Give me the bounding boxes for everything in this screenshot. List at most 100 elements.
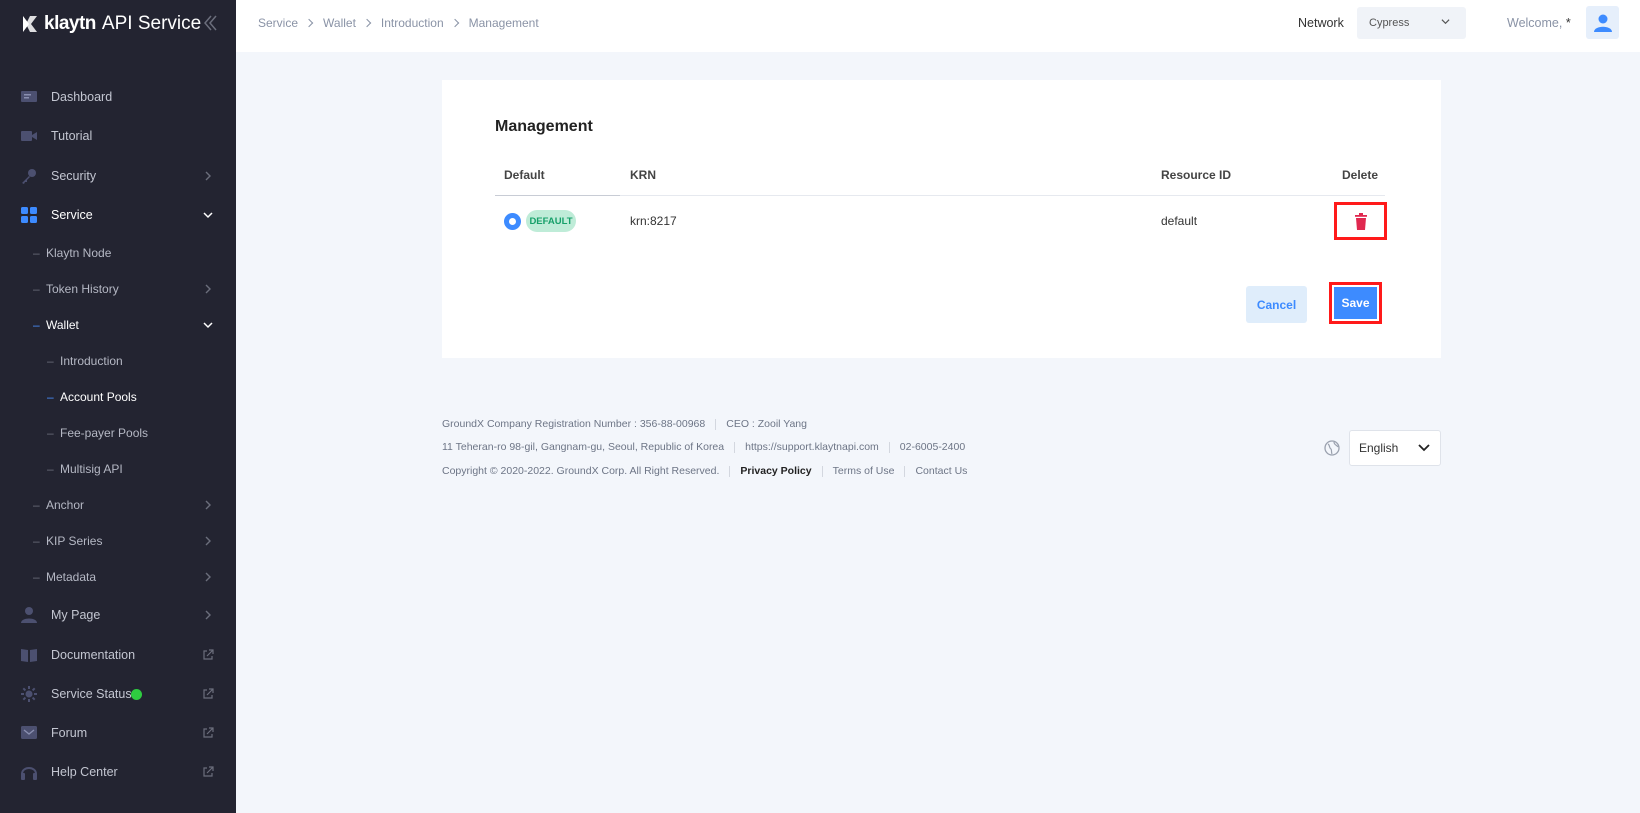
sidebar-item-documentation[interactable]: Documentation <box>0 637 236 673</box>
sidebar-item-service-status[interactable]: Service Status <box>0 676 236 712</box>
grid-icon <box>21 207 37 223</box>
breadcrumb-item-wallet[interactable]: Wallet <box>323 16 356 30</box>
footer-contact-info: 11 Teheran-ro 98-gil, Gangnam-gu, Seoul,… <box>442 441 965 453</box>
globe-icon <box>1324 440 1340 456</box>
breadcrumb-separator-icon <box>450 18 459 28</box>
footer-phone: 02-6005-2400 <box>899 441 966 453</box>
cancel-button[interactable]: Cancel <box>1246 286 1307 323</box>
sidebar-subitem-account-pools[interactable]: – Account Pools <box>0 380 236 414</box>
sidebar-item-tutorial[interactable]: Tutorial <box>0 118 236 154</box>
top-bar: Service Wallet Introduction Management N… <box>236 0 1640 52</box>
breadcrumb: Service Wallet Introduction Management <box>258 16 539 30</box>
sidebar-item-my-page[interactable]: My Page <box>0 597 236 633</box>
chevron-right-icon <box>205 500 211 510</box>
sidebar-item-label: Service Status <box>51 687 132 701</box>
sidebar-item-help-center[interactable]: Help Center <box>0 754 236 790</box>
chevron-right-icon <box>205 572 211 582</box>
external-link-icon <box>203 766 214 777</box>
footer-ceo: CEO : Zooil Yang <box>726 418 807 430</box>
breadcrumb-item-service[interactable]: Service <box>258 16 298 30</box>
sidebar-item-label: My Page <box>51 608 101 622</box>
status-gear-icon <box>21 686 37 702</box>
brand-name-bold: klaytn <box>44 13 96 34</box>
sidebar-subitem-kip-series[interactable]: – KIP Series <box>0 524 236 558</box>
sidebar: klaytn API Service Dashboard Tutorial Se… <box>0 0 236 813</box>
sidebar-item-label: Tutorial <box>51 129 93 143</box>
footer-divider <box>821 465 823 477</box>
breadcrumb-item-management: Management <box>468 16 539 30</box>
chevron-right-icon <box>205 610 211 620</box>
footer-divider <box>729 465 731 477</box>
footer-terms-link[interactable]: Terms of Use <box>833 465 895 477</box>
sidebar-item-security[interactable]: Security <box>0 158 236 194</box>
footer-divider <box>888 441 890 453</box>
sidebar-subitem-introduction[interactable]: – Introduction <box>0 344 236 378</box>
page-title: Management <box>495 118 593 135</box>
footer-privacy-link[interactable]: Privacy Policy <box>740 465 811 477</box>
sidebar-item-service[interactable]: Service <box>0 197 236 233</box>
chevron-right-icon <box>205 284 211 294</box>
external-link-icon <box>203 649 214 660</box>
sidebar-item-label: Documentation <box>51 648 136 662</box>
trash-icon <box>1354 212 1367 230</box>
sidebar-subitem-label: Introduction <box>60 354 123 368</box>
bullet-dash: – <box>33 246 40 260</box>
sidebar-item-label: Forum <box>51 726 88 740</box>
chevron-down-icon <box>1418 444 1430 452</box>
brand-logo[interactable]: klaytn API Service <box>20 12 201 36</box>
welcome-text: Welcome, * <box>1507 16 1571 30</box>
key-icon <box>22 169 36 184</box>
footer-support-link[interactable]: https://support.klaytnapi.com <box>745 441 879 453</box>
external-link-icon <box>203 727 214 738</box>
chevron-down-icon <box>203 212 213 219</box>
footer-contact-link[interactable]: Contact Us <box>915 465 967 477</box>
video-icon <box>21 131 37 141</box>
network-select-value: Cypress <box>1369 17 1410 29</box>
collapse-sidebar-icon[interactable] <box>202 14 218 32</box>
footer-address: 11 Teheran-ro 98-gil, Gangnam-gu, Seoul,… <box>442 441 725 453</box>
sidebar-subitem-klaytn-node[interactable]: – Klaytn Node <box>0 236 236 270</box>
bullet-dash: – <box>47 462 54 476</box>
footer-registration: GroundX Company Registration Number : 35… <box>442 418 706 430</box>
sidebar-item-forum[interactable]: Forum <box>0 715 236 751</box>
language-select[interactable]: English <box>1349 430 1441 466</box>
sidebar-subitem-anchor[interactable]: – Anchor <box>0 488 236 522</box>
sidebar-subitem-label: Klaytn Node <box>46 246 112 260</box>
welcome-user: * <box>1565 16 1571 30</box>
bullet-dash: – <box>33 498 40 512</box>
user-icon <box>21 607 37 623</box>
bullet-dash: – <box>47 354 54 368</box>
chevron-down-icon <box>1441 19 1450 25</box>
save-button[interactable]: Save <box>1334 287 1377 319</box>
sidebar-item-dashboard[interactable]: Dashboard <box>0 79 236 115</box>
footer-company-info: GroundX Company Registration Number : 35… <box>442 418 807 430</box>
sidebar-subitem-wallet[interactable]: – Wallet <box>0 308 236 342</box>
external-link-icon <box>203 688 214 699</box>
save-button-highlight: Save <box>1329 282 1382 324</box>
breadcrumb-separator-icon <box>362 18 372 28</box>
sidebar-subitem-label: Anchor <box>46 498 85 512</box>
bullet-dash: – <box>47 390 54 404</box>
sidebar-item-label: Security <box>51 169 97 183</box>
delete-button[interactable] <box>1334 202 1387 240</box>
bullet-dash: – <box>33 534 40 548</box>
sidebar-item-label: Dashboard <box>51 90 113 104</box>
klaytn-logo-icon <box>23 16 37 32</box>
default-radio[interactable] <box>504 213 521 230</box>
footer-divider <box>715 418 717 430</box>
book-icon <box>21 649 37 662</box>
network-select[interactable]: Cypress <box>1357 7 1466 39</box>
sidebar-subitem-label: Fee-payer Pools <box>60 426 149 440</box>
sidebar-subitem-fee-payer-pools[interactable]: – Fee-payer Pools <box>0 416 236 450</box>
avatar[interactable] <box>1586 6 1619 39</box>
sidebar-subitem-token-history[interactable]: – Token History <box>0 272 236 306</box>
status-indicator-dot <box>131 688 142 700</box>
forum-icon <box>21 726 37 739</box>
sidebar-subitem-multisig-api[interactable]: – Multisig API <box>0 452 236 486</box>
column-header-delete: Delete <box>1342 168 1379 182</box>
breadcrumb-item-introduction[interactable]: Introduction <box>381 16 444 30</box>
sidebar-subitem-label: Metadata <box>46 570 97 584</box>
sidebar-subitem-label: Multisig API <box>60 462 123 476</box>
user-avatar-icon <box>1593 14 1612 32</box>
sidebar-subitem-metadata[interactable]: – Metadata <box>0 560 236 594</box>
